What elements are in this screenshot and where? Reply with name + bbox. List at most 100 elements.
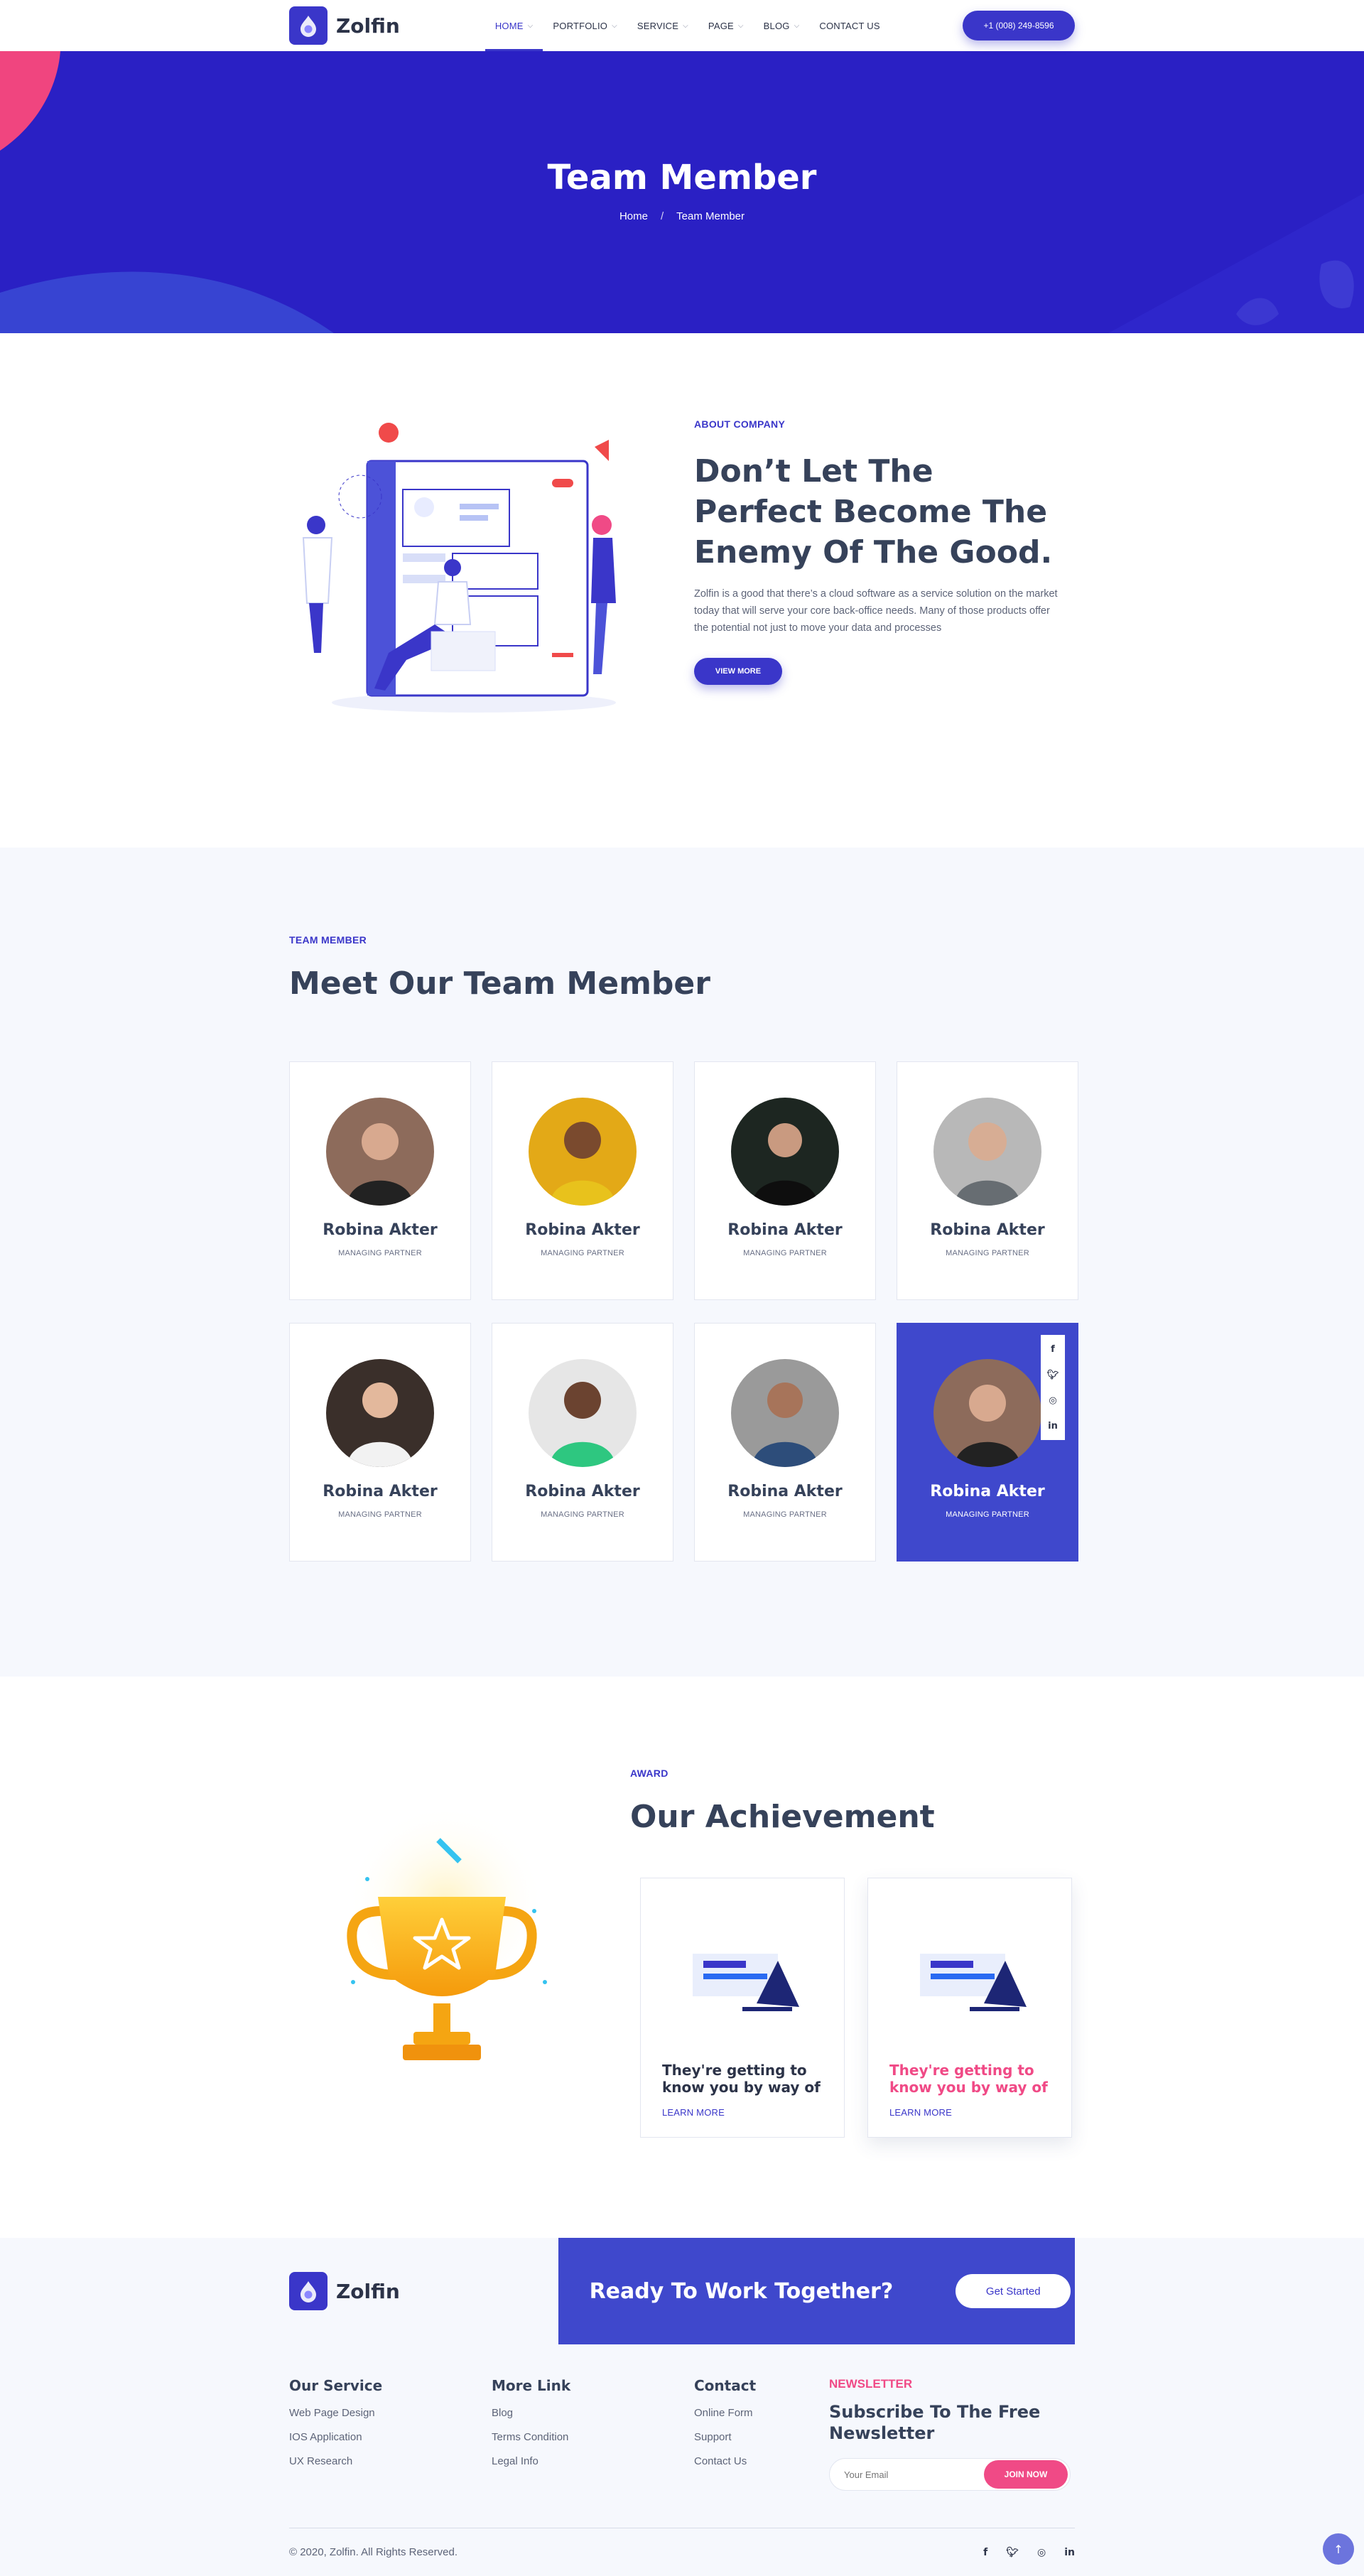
team-card[interactable]: Robina Akter MANAGING PARTNER bbox=[289, 1061, 471, 1300]
team-card-featured[interactable]: Robina Akter MANAGING PARTNER f 🐦︎ ◎ in bbox=[897, 1323, 1078, 1562]
team-card[interactable]: Robina Akter MANAGING PARTNER bbox=[492, 1061, 673, 1300]
achievement-cards: They're getting to know you by way of LE… bbox=[640, 1878, 1075, 2138]
member-name: Robina Akter bbox=[727, 1221, 843, 1239]
site-header: Zolfin HOME ⌵ PORTFOLIO ⌵ SERVICE ⌵ PAGE ⌵ B… bbox=[0, 0, 1364, 51]
avatar bbox=[933, 1359, 1041, 1467]
footer-link[interactable]: Legal Info bbox=[492, 2455, 694, 2479]
member-name: Robina Akter bbox=[525, 1221, 640, 1239]
member-role: MANAGING PARTNER bbox=[541, 1249, 624, 1257]
footer-link[interactable]: Contact Us bbox=[694, 2455, 829, 2479]
linkedin-icon[interactable]: in bbox=[1064, 2547, 1075, 2558]
breadcrumb-current: Team Member bbox=[676, 210, 745, 222]
chevron-down-icon: ⌵ bbox=[612, 21, 617, 30]
member-name: Robina Akter bbox=[930, 1221, 1045, 1239]
get-started-button[interactable]: Get Started bbox=[956, 2274, 1071, 2308]
card-title: They're getting to know you by way of bbox=[889, 2062, 1048, 2096]
facebook-icon[interactable]: f bbox=[983, 2547, 987, 2558]
team-card[interactable]: Robina Akter MANAGING PARTNER bbox=[897, 1061, 1078, 1300]
about-description: Zolfin is a good that there’s a cloud so… bbox=[694, 588, 1058, 634]
achievement-section: AWARD Our Achievement They're getting to… bbox=[0, 1677, 1364, 2238]
about-title: Don’t Let The Perfect Become The Enemy O… bbox=[694, 453, 1053, 570]
copyright: © 2020, Zolfin. All Rights Reserved. bbox=[289, 2546, 458, 2558]
footer-column-contact: Contact Online Form Support Contact Us bbox=[694, 2377, 829, 2491]
newsletter: NEWSLETTER Subscribe To The Free Newslet… bbox=[829, 2377, 1071, 2491]
nav-item-blog[interactable]: BLOG ⌵ bbox=[754, 0, 810, 51]
logo-text: Zolfin bbox=[336, 2279, 400, 2303]
footer-social: f 🐦︎ ◎ in bbox=[983, 2547, 1075, 2558]
logo[interactable]: Zolfin bbox=[289, 6, 400, 45]
email-field[interactable] bbox=[830, 2469, 984, 2480]
scroll-to-top-button[interactable]: ↑ bbox=[1323, 2533, 1354, 2565]
phone-button[interactable]: +1 (008) 249-8596 bbox=[963, 11, 1075, 40]
footer-link[interactable]: IOS Application bbox=[289, 2431, 492, 2455]
section-eyebrow: AWARD bbox=[630, 1768, 669, 1779]
avatar bbox=[529, 1098, 637, 1206]
member-name: Robina Akter bbox=[323, 1221, 438, 1239]
team-grid: Robina Akter MANAGING PARTNER Robina Akt… bbox=[289, 1061, 1078, 1562]
breadcrumb-separator: / bbox=[660, 210, 664, 222]
page-title: Team Member bbox=[547, 158, 817, 197]
achievement-card[interactable]: They're getting to know you by way of LE… bbox=[640, 1878, 845, 2138]
section-eyebrow: TEAM MEMBER bbox=[289, 934, 367, 946]
team-card[interactable]: Robina Akter MANAGING PARTNER bbox=[492, 1323, 673, 1562]
member-role: MANAGING PARTNER bbox=[743, 1510, 827, 1519]
nav-item-service[interactable]: SERVICE ⌵ bbox=[627, 0, 698, 51]
column-title: More Link bbox=[492, 2377, 571, 2394]
nav-label: PAGE bbox=[708, 20, 734, 31]
nav-item-home[interactable]: HOME ⌵ bbox=[485, 0, 543, 51]
join-now-button[interactable]: JOIN NOW bbox=[984, 2460, 1068, 2489]
nav-label: CONTACT US bbox=[819, 20, 880, 31]
facebook-icon[interactable]: f bbox=[1051, 1339, 1055, 1359]
logo-icon bbox=[289, 2272, 328, 2310]
team-card[interactable]: Robina Akter MANAGING PARTNER bbox=[694, 1323, 876, 1562]
chevron-down-icon: ⌵ bbox=[737, 21, 744, 30]
column-title: Contact bbox=[694, 2377, 757, 2394]
learn-more-link[interactable]: LEARN MORE bbox=[662, 2107, 823, 2118]
chevron-down-icon: ⌵ bbox=[794, 21, 800, 30]
achievement-image bbox=[662, 1918, 823, 2039]
twitter-icon[interactable]: 🐦︎ bbox=[1047, 1365, 1059, 1385]
instagram-icon[interactable]: ◎ bbox=[1037, 2547, 1046, 2558]
member-role: MANAGING PARTNER bbox=[946, 1249, 1029, 1257]
member-role: MANAGING PARTNER bbox=[338, 1510, 422, 1519]
instagram-icon[interactable]: ◎ bbox=[1049, 1390, 1056, 1410]
about-content: ABOUT COMPANY Don’t Let The Perfect Beco… bbox=[694, 418, 1063, 717]
nav-item-portfolio[interactable]: PORTFOLIO ⌵ bbox=[543, 0, 627, 51]
footer-link[interactable]: UX Research bbox=[289, 2455, 492, 2479]
card-title: They're getting to know you by way of bbox=[662, 2062, 821, 2096]
footer-link[interactable]: Support bbox=[694, 2431, 829, 2455]
footer-link[interactable]: Terms Condition bbox=[492, 2431, 694, 2455]
linkedin-icon[interactable]: in bbox=[1048, 1416, 1058, 1436]
column-title: Our Service bbox=[289, 2377, 383, 2394]
main-nav: HOME ⌵ PORTFOLIO ⌵ SERVICE ⌵ PAGE ⌵ BLOG ⌵ CO… bbox=[485, 0, 890, 51]
breadcrumb-home[interactable]: Home bbox=[619, 210, 648, 222]
view-more-button[interactable]: VIEW MORE bbox=[694, 658, 782, 685]
achievement-card[interactable]: They're getting to know you by way of LE… bbox=[867, 1878, 1072, 2138]
newsletter-form: JOIN NOW bbox=[829, 2458, 1071, 2491]
arrow-up-icon: ↑ bbox=[1333, 2542, 1343, 2556]
achievement-image bbox=[889, 1918, 1050, 2039]
footer-link[interactable]: Online Form bbox=[694, 2407, 829, 2431]
footer-link[interactable]: Blog bbox=[492, 2407, 694, 2431]
nav-label: PORTFOLIO bbox=[553, 20, 608, 31]
learn-more-link[interactable]: LEARN MORE bbox=[889, 2107, 1050, 2118]
footer-column-more-link: More Link Blog Terms Condition Legal Inf… bbox=[492, 2377, 694, 2491]
logo-text: Zolfin bbox=[336, 13, 400, 38]
nav-item-page[interactable]: PAGE ⌵ bbox=[698, 0, 754, 51]
newsletter-title: Subscribe To The Free Newsletter bbox=[829, 2402, 1041, 2443]
nav-item-contact[interactable]: CONTACT US bbox=[809, 0, 889, 51]
achievement-content: AWARD Our Achievement They're getting to… bbox=[630, 1677, 1075, 2238]
trophy-illustration bbox=[289, 1677, 630, 2238]
achievement-title: Our Achievement bbox=[630, 1799, 935, 1835]
nav-label: HOME bbox=[494, 20, 524, 31]
team-card[interactable]: Robina Akter MANAGING PARTNER bbox=[694, 1061, 876, 1300]
footer-logo[interactable]: Zolfin bbox=[289, 2238, 558, 2344]
chevron-down-icon: ⌵ bbox=[527, 21, 534, 30]
twitter-icon[interactable]: 🐦︎ bbox=[1006, 2547, 1019, 2558]
cta-text: Ready To Work Together? bbox=[589, 2278, 894, 2304]
member-role: MANAGING PARTNER bbox=[338, 1249, 422, 1257]
logo-icon bbox=[289, 6, 328, 45]
team-card[interactable]: Robina Akter MANAGING PARTNER bbox=[289, 1323, 471, 1562]
member-name: Robina Akter bbox=[930, 1483, 1045, 1500]
footer-link[interactable]: Web Page Design bbox=[289, 2407, 492, 2431]
